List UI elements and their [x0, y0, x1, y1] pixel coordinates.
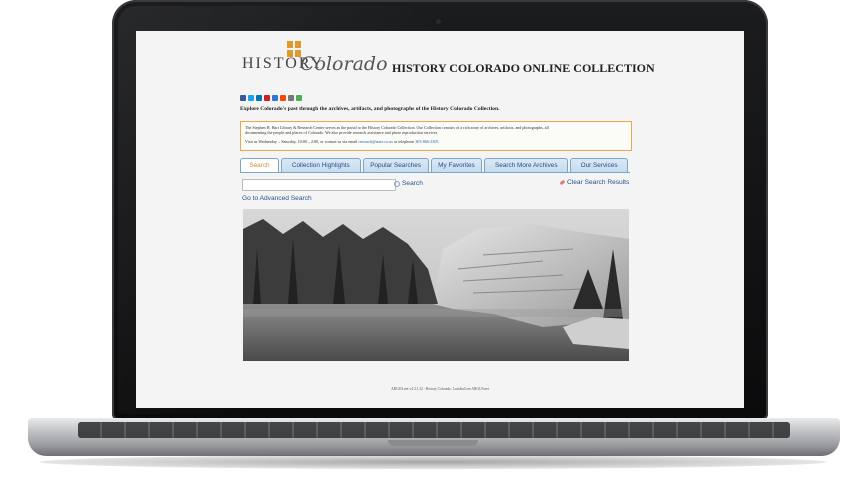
lid-notch: [388, 440, 478, 446]
tab-our-services[interactable]: Our Services: [570, 158, 628, 173]
linkedin-icon[interactable]: [256, 95, 262, 101]
web-page: HISTORY Colorado HISTORY COLORADO ONLINE…: [136, 31, 744, 408]
twitter-icon[interactable]: [248, 95, 254, 101]
search-input[interactable]: [242, 179, 396, 191]
page-title: HISTORY COLORADO ONLINE COLLECTION: [392, 61, 655, 75]
reddit-icon[interactable]: [280, 95, 286, 101]
pinterest-icon[interactable]: [264, 95, 270, 101]
laptop-shadow: [40, 455, 826, 469]
advanced-search-link[interactable]: Go to Advanced Search: [242, 195, 312, 202]
social-share-bar: [240, 95, 302, 102]
main-tabs: Search Collection Highlights Popular Sea…: [240, 158, 630, 173]
tab-popular-searches[interactable]: Popular Searches: [362, 158, 429, 173]
tagline: Explore Colorado's past through the arch…: [240, 106, 500, 112]
search-button[interactable]: Search: [394, 179, 423, 188]
email-link[interactable]: research@state.co.us: [358, 139, 392, 144]
phone-link[interactable]: 303-866-2305.: [415, 139, 439, 144]
landscape-photo: [243, 209, 629, 361]
tab-collection-highlights[interactable]: Collection Highlights: [280, 158, 361, 173]
info-line-3: Visit us Wednesday – Saturday, 10:00 – 2…: [245, 139, 439, 144]
info-phone-text: or telephone: [393, 139, 415, 144]
keyboard: [78, 422, 790, 438]
site-header: HISTORY Colorado HISTORY COLORADO ONLINE…: [232, 39, 655, 79]
email-icon[interactable]: [288, 95, 294, 101]
clear-search-label: Clear Search Results: [567, 179, 630, 186]
logo-script: Colorado: [300, 53, 388, 75]
tab-search-more-archives[interactable]: Search More Archives: [484, 158, 569, 173]
search-icon: [394, 180, 400, 187]
page-footer: ARGUS.net v4.3.1.32 - History Colorado. …: [391, 387, 489, 391]
eraser-icon: [559, 179, 566, 186]
info-contact-text: Visit us Wednesday – Saturday, 10:00 – 2…: [245, 139, 358, 144]
featured-photo: [243, 209, 629, 361]
tab-my-favorites[interactable]: My Favorites: [430, 158, 483, 173]
info-box: The Stephen H. Hart Library & Research C…: [240, 121, 632, 151]
tab-divider: [240, 172, 630, 173]
clear-search-button[interactable]: Clear Search Results: [559, 178, 630, 187]
delicious-icon[interactable]: [272, 95, 278, 101]
tab-search[interactable]: Search: [240, 158, 279, 173]
search-button-label: Search: [402, 180, 423, 187]
info-line-2: documenting the people and places of Col…: [245, 130, 439, 135]
laptop-screen: HISTORY Colorado HISTORY COLORADO ONLINE…: [136, 31, 744, 408]
camera-icon: [436, 19, 441, 24]
facebook-icon[interactable]: [240, 95, 246, 101]
share-icon[interactable]: [296, 95, 302, 101]
